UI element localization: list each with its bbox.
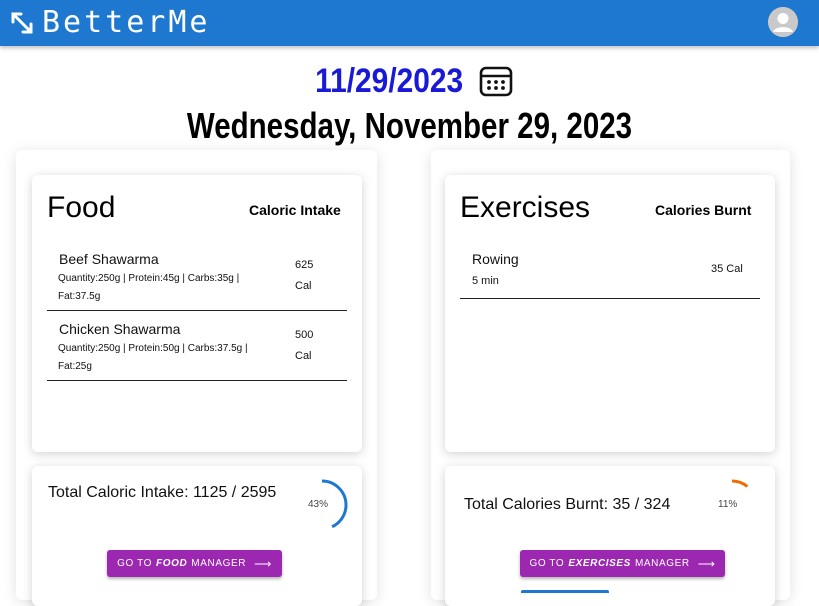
exercises-card: Exercises Calories Burnt Rowing 5 min 35… — [445, 175, 775, 452]
expand-arrows-icon — [11, 12, 33, 34]
button-suffix: MANAGER — [191, 558, 247, 569]
food-item-cal-unit: Cal — [295, 350, 312, 362]
go-to-exercises-manager-button[interactable]: GO TO EXERCISES MANAGER ⟶ — [520, 550, 725, 577]
exercises-title: Exercises — [460, 191, 591, 224]
food-progress-percent: 43% — [308, 499, 329, 510]
divider — [47, 380, 347, 381]
exercise-item-name: Rowing — [472, 251, 519, 267]
arrow-right-icon: ⟶ — [254, 556, 272, 571]
full-date-text: Wednesday, November 29, 2023 — [186, 105, 633, 146]
divider — [460, 298, 760, 299]
total-caloric-intake: Total Caloric Intake: 1125 / 2595 — [48, 484, 277, 501]
caloric-intake-label: Caloric Intake — [249, 202, 341, 218]
food-card: Food Caloric Intake Beef Shawarma Quanti… — [32, 175, 362, 452]
exercise-item-duration: 5 min — [472, 275, 499, 287]
total-calories-burnt: Total Calories Burnt: 35 / 324 — [464, 496, 671, 513]
app-title[interactable]: BetterMe — [42, 3, 211, 43]
selected-date: 11/29/2023 — [315, 62, 464, 100]
calendar-icon[interactable] — [478, 63, 514, 99]
exercises-total-card: Total Calories Burnt: 35 / 324 11% GO TO… — [445, 466, 775, 606]
food-item-calories: 500 — [295, 329, 314, 341]
food-item-name: Chicken Shawarma — [59, 321, 181, 337]
food-item-calories: 625 — [295, 259, 314, 271]
exercise-progress-percent: 11% — [718, 499, 738, 510]
divider — [47, 310, 347, 311]
button-prefix: GO TO — [117, 558, 152, 569]
button-suffix: MANAGER — [634, 558, 690, 569]
button-keyword: EXERCISES — [568, 558, 631, 569]
button-prefix: GO TO — [529, 558, 565, 569]
arrow-right-icon: ⟶ — [697, 556, 716, 571]
food-total-card: Total Caloric Intake: 1125 / 2595 43% GO… — [32, 466, 362, 606]
food-title: Food — [47, 191, 116, 224]
button-keyword: FOOD — [156, 558, 188, 569]
food-item-name: Beef Shawarma — [59, 251, 159, 267]
food-item-cal-unit: Cal — [295, 280, 312, 292]
date-selector: 11/29/2023 — [0, 58, 819, 104]
exercise-item-calories: 35 Cal — [711, 263, 743, 275]
food-item-detail: Quantity:250g | Protein:50g | Carbs:37.5… — [58, 343, 248, 372]
app-bar: BetterMe — [0, 0, 819, 46]
account-circle-icon[interactable] — [768, 7, 798, 37]
full-date-heading: Wednesday, November 29, 2023 — [0, 104, 819, 148]
go-to-food-manager-button[interactable]: GO TO FOOD MANAGER ⟶ — [107, 550, 282, 577]
food-item-detail: Quantity:250g | Protein:45g | Carbs:35g … — [58, 273, 240, 302]
calories-burnt-label: Calories Burnt — [655, 202, 752, 218]
